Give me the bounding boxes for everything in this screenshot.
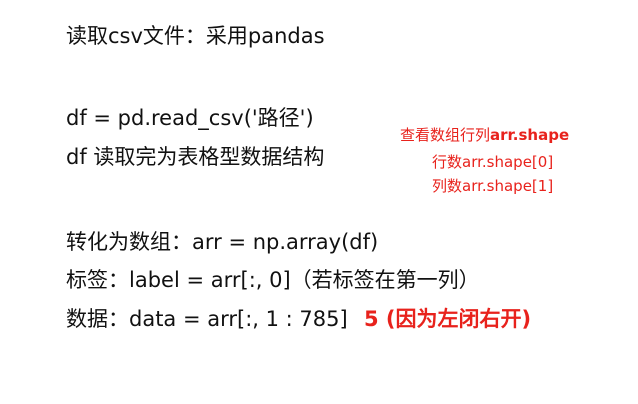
text-label: 标签：label = arr[:, 0]（若标签在第一列） xyxy=(66,268,480,292)
note-shape-code: arr.shape xyxy=(490,126,570,144)
slide: 读取csv文件：采用pandas df = pd.read_csv('路径') … xyxy=(0,0,638,404)
note-shape: 查看数组行列arr.shape xyxy=(400,125,569,145)
text-to-array: 转化为数组：arr = np.array(df) xyxy=(66,230,379,254)
text-read-csv: 读取csv文件：采用pandas xyxy=(66,24,325,48)
note-shape-prefix: 查看数组行列 xyxy=(400,126,491,144)
note-cols: 列数arr.shape[1] xyxy=(432,177,554,195)
text-data: 数据：data = arr[:, 1 : 785] xyxy=(66,307,348,331)
text-df-structure: df 读取完为表格型数据结构 xyxy=(66,145,325,169)
annotation-fix: 5 (因为左闭右开) xyxy=(364,307,532,331)
note-rows: 行数arr.shape[0] xyxy=(432,153,554,171)
text-read-code: df = pd.read_csv('路径') xyxy=(66,106,314,130)
